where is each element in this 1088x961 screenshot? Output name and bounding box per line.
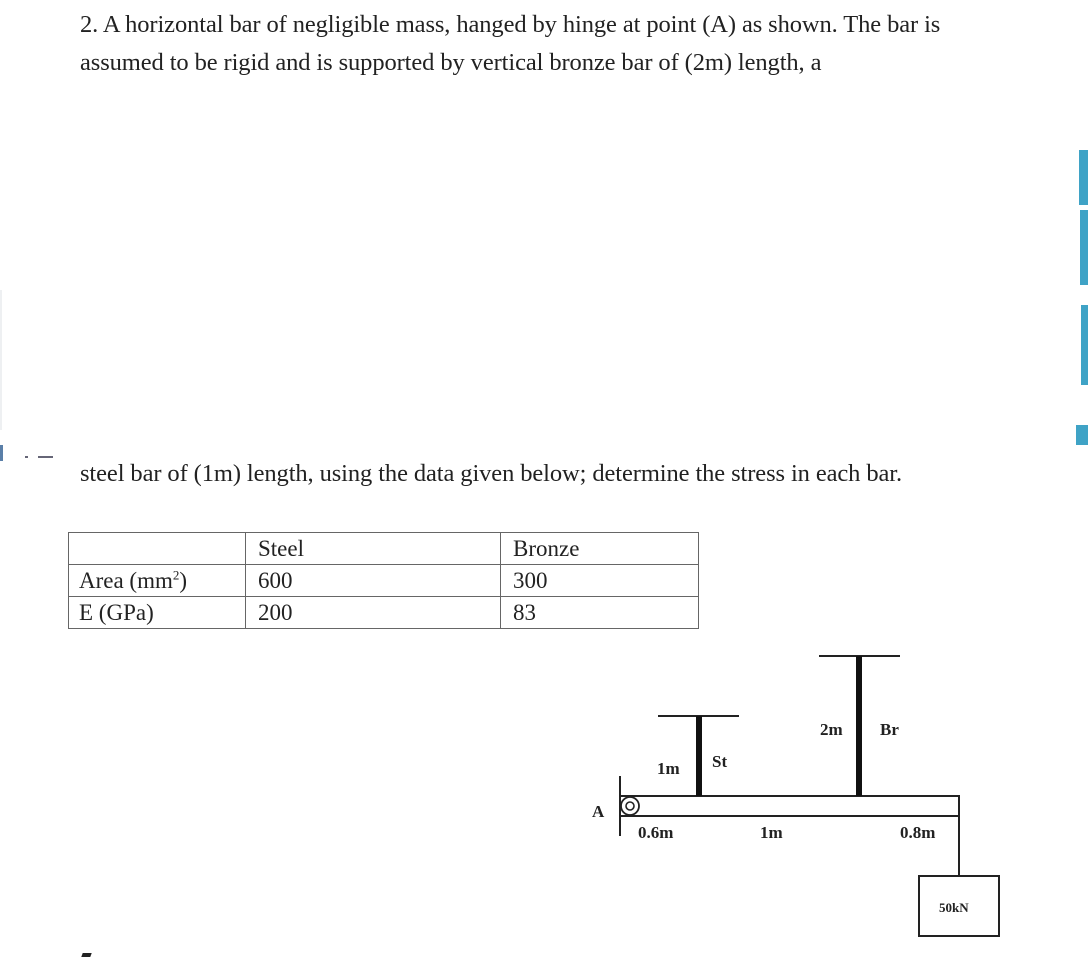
hinge-label: A	[592, 802, 605, 821]
steel-length-label: 1m	[657, 759, 680, 778]
hinge-outer-circle	[620, 796, 640, 816]
bronze-name-label: Br	[880, 720, 899, 739]
rigid-bar	[619, 795, 960, 817]
hinge-inner-circle	[625, 801, 635, 811]
bronze-length-label: 2m	[820, 720, 843, 739]
load-label: 50kN	[939, 900, 969, 915]
beam-diagram: A 1m St 2m Br 0.6m 1m 0.8m 50kN	[592, 655, 1000, 937]
steel-name-label: St	[712, 752, 727, 771]
segment-label-2: 1m	[760, 823, 783, 842]
segment-label-1: 0.6m	[638, 823, 673, 842]
segment-label-3: 0.8m	[900, 823, 935, 842]
